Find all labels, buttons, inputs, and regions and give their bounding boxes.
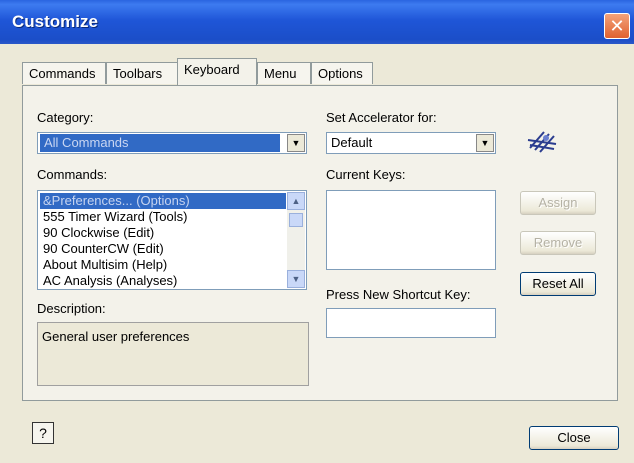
tab-commands[interactable]: Commands — [22, 62, 106, 84]
list-item[interactable]: &Preferences... (Options) — [40, 193, 286, 209]
scroll-down-icon[interactable]: ▼ — [287, 270, 305, 288]
shortcut-input[interactable] — [326, 308, 496, 338]
chevron-down-icon[interactable]: ▼ — [476, 134, 494, 152]
category-select[interactable]: All Commands ▼ — [37, 132, 307, 154]
current-keys-list[interactable] — [326, 190, 496, 270]
help-icon[interactable]: ? — [32, 422, 54, 444]
assign-button[interactable]: Assign — [520, 191, 596, 215]
category-label: Category: — [37, 110, 94, 125]
list-item[interactable]: AC Analysis (Analyses) — [40, 273, 180, 289]
description-box: General user preferences — [37, 322, 309, 386]
window-title: Customize — [12, 12, 98, 31]
remove-button[interactable]: Remove — [520, 231, 596, 255]
close-window-button[interactable]: ✕ — [604, 13, 630, 39]
tab-menu[interactable]: Menu — [257, 62, 311, 84]
tab-options[interactable]: Options — [311, 62, 373, 84]
commands-list[interactable]: &Preferences... (Options) 555 Timer Wiza… — [37, 190, 307, 290]
description-label: Description: — [37, 301, 106, 316]
commands-scrollbar[interactable]: ▲ ▼ — [287, 192, 305, 288]
accelerator-value: Default — [331, 135, 373, 150]
scroll-thumb[interactable] — [289, 213, 303, 227]
scroll-up-icon[interactable]: ▲ — [287, 192, 305, 210]
reset-all-button[interactable]: Reset All — [520, 272, 596, 296]
title-bar: Customize ✕ — [0, 0, 634, 44]
current-keys-label: Current Keys: — [326, 167, 406, 182]
list-item[interactable]: 555 Timer Wizard (Tools) — [40, 209, 190, 225]
accelerator-label: Set Accelerator for: — [326, 110, 437, 125]
accelerator-select[interactable]: Default ▼ — [326, 132, 496, 154]
list-item[interactable]: 90 Clockwise (Edit) — [40, 225, 157, 241]
chevron-down-icon[interactable]: ▼ — [287, 134, 305, 152]
list-item[interactable]: About Multisim (Help) — [40, 257, 170, 273]
tab-keyboard[interactable]: Keyboard — [177, 58, 257, 85]
description-text: General user preferences — [42, 329, 190, 344]
commands-label: Commands: — [37, 167, 108, 182]
multisim-keyboard-icon — [527, 131, 557, 153]
tab-toolbars[interactable]: Toolbars — [106, 62, 178, 84]
list-item[interactable]: 90 CounterCW (Edit) — [40, 241, 167, 257]
category-value: All Commands — [40, 134, 280, 152]
close-button[interactable]: Close — [529, 426, 619, 450]
shortcut-label: Press New Shortcut Key: — [326, 287, 471, 302]
